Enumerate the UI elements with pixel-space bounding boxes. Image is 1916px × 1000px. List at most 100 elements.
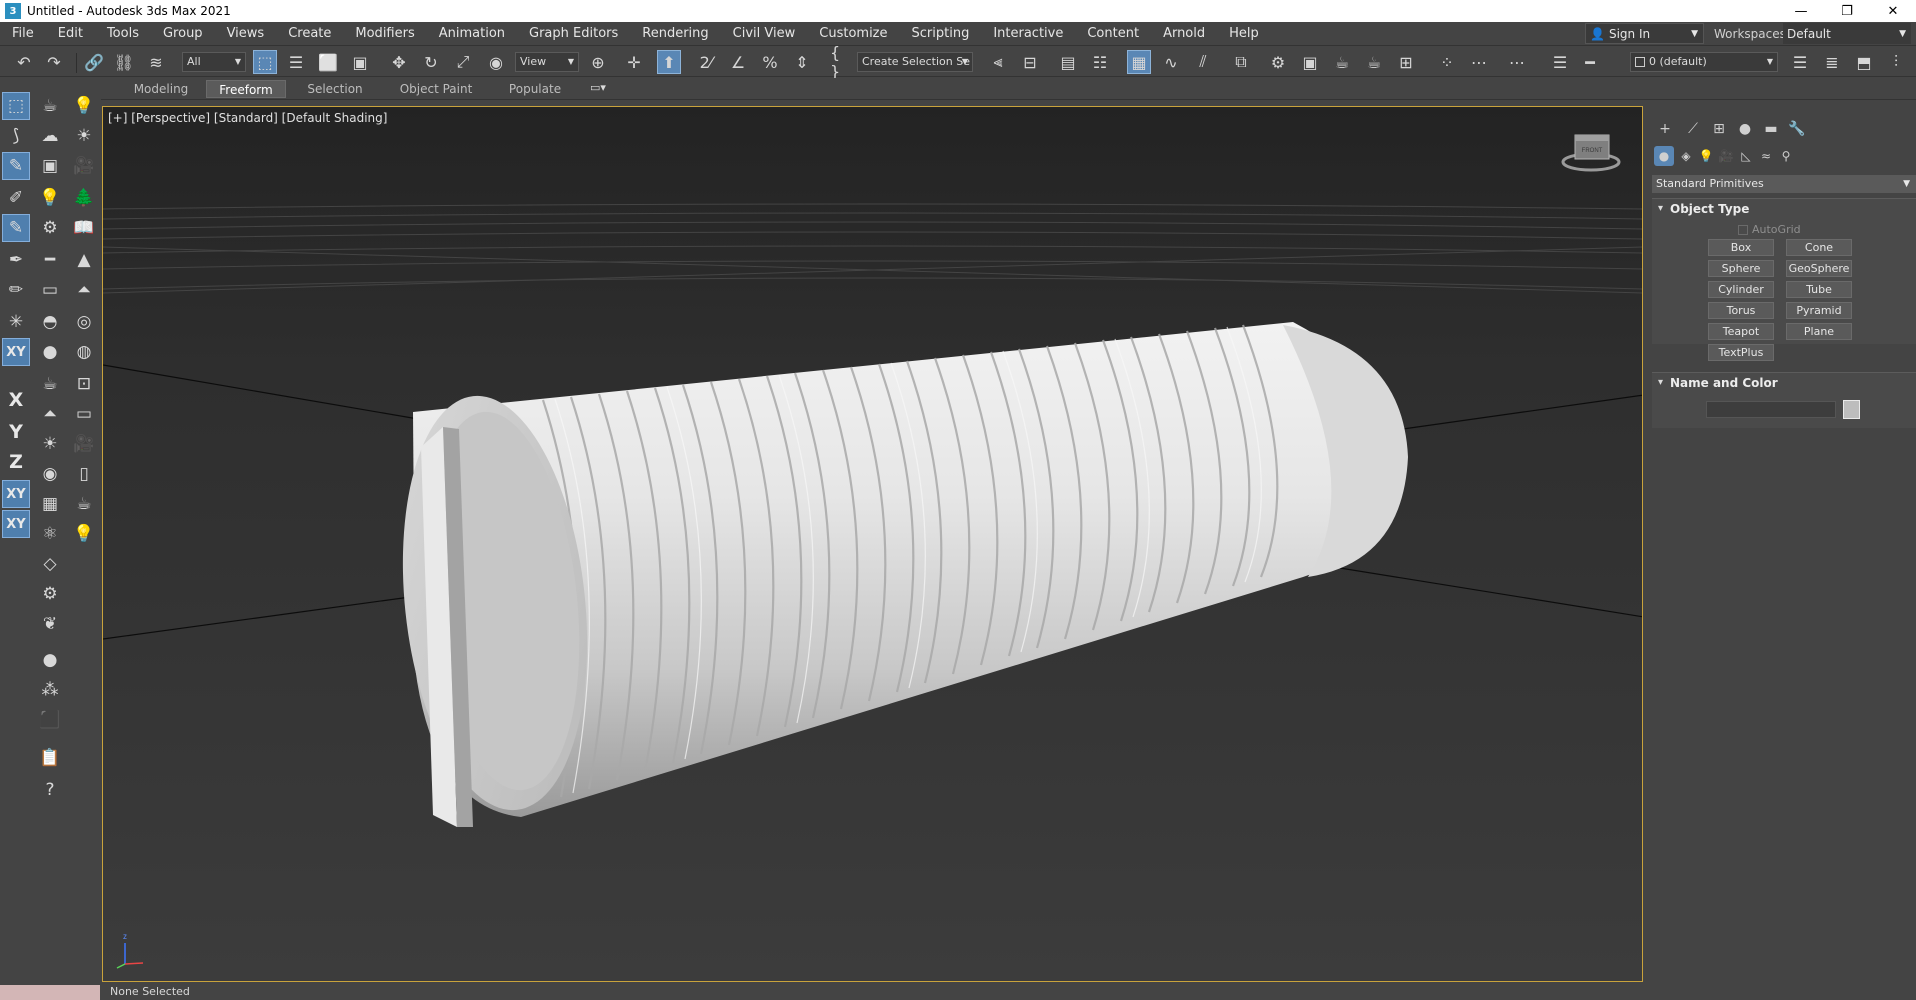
menu-views[interactable]: Views — [215, 22, 277, 46]
teapot-outline-icon[interactable]: ☕ — [70, 490, 98, 518]
tab-populate[interactable]: Populate — [494, 80, 576, 98]
cone-icon[interactable]: ⏶ — [70, 276, 98, 304]
curve-editor-icon[interactable]: ∿ — [1159, 50, 1183, 74]
tab-freeform[interactable]: Freeform — [206, 80, 286, 98]
edit-named-selection-icon[interactable]: { } — [830, 43, 854, 81]
geosphere-button[interactable]: GeoSphere — [1786, 260, 1852, 277]
book-icon[interactable]: 📖 — [70, 214, 98, 242]
bulb-icon[interactable]: 💡 — [36, 184, 64, 212]
cloud-icon[interactable]: ☁ — [36, 122, 64, 150]
cone-button[interactable]: Cone — [1786, 239, 1852, 256]
name-and-color-header[interactable]: Name and Color — [1652, 373, 1916, 393]
grid-dots-icon[interactable]: ⁘ — [1435, 50, 1459, 74]
snaps-toggle-icon[interactable]: 2⁄ — [694, 50, 718, 74]
clipboard-icon[interactable]: 📋 — [36, 744, 64, 772]
select-object-icon[interactable]: ⬚ — [253, 50, 277, 74]
cylinder-cap-icon[interactable]: ◉ — [36, 460, 64, 488]
redo-icon[interactable]: ↷ — [42, 50, 66, 74]
transform-gizmo-icon[interactable]: ✳ — [2, 308, 30, 336]
ribbon-options-icon[interactable]: ▭▾ — [590, 81, 616, 97]
camera-icon[interactable]: 🎥 — [70, 152, 98, 180]
sphere-button[interactable]: Sphere — [1708, 260, 1774, 277]
object-color-swatch[interactable] — [1843, 400, 1860, 419]
select-manipulate-icon[interactable]: ✛ — [622, 50, 646, 74]
perspective-viewport[interactable]: [+] [Perspective] [Standard] [Default Sh… — [102, 106, 1643, 982]
helpers-category-icon[interactable]: ◺ — [1736, 146, 1756, 166]
brush-icon[interactable]: ✐ — [2, 184, 30, 212]
menu-edit[interactable]: Edit — [46, 22, 95, 46]
box-button[interactable]: Box — [1708, 239, 1774, 256]
select-layer-icon[interactable]: ⬒ — [1852, 50, 1876, 74]
placement-icon[interactable]: ◉ — [484, 50, 508, 74]
select-by-name-icon[interactable]: ☰ — [284, 50, 308, 74]
rectangular-selection-icon[interactable]: ⬜ — [316, 50, 340, 74]
sun-light-icon[interactable]: ☀ — [36, 430, 64, 458]
tabs-icon[interactable]: ⋯ — [1505, 50, 1529, 74]
layers-menu-icon[interactable]: ⫶ — [1884, 50, 1908, 74]
menu-civil-view[interactable]: Civil View — [721, 22, 808, 46]
pyramid-button[interactable]: Pyramid — [1786, 302, 1852, 319]
light-icon[interactable]: 💡 — [70, 92, 98, 120]
checker-pattern-icon[interactable]: ▦ — [36, 490, 64, 518]
menu-file[interactable]: File — [0, 22, 46, 46]
plant-icon[interactable]: ❦ — [36, 610, 64, 638]
schematic-view-icon[interactable]: ⫽ — [1191, 50, 1215, 74]
prism-icon[interactable]: ◇ — [36, 550, 64, 578]
teapot-button[interactable]: Teapot — [1708, 323, 1774, 340]
scale-icon[interactable]: ⤢ — [451, 50, 475, 74]
unlink-icon[interactable]: ⛓ — [112, 50, 136, 74]
viewport-frame-icon[interactable]: ▭ — [70, 400, 98, 428]
tab-modeling[interactable]: Modeling — [116, 80, 206, 98]
light-bulb-outline-icon[interactable]: 💡 — [70, 520, 98, 548]
help-icon[interactable]: ? — [36, 776, 64, 804]
tube-button[interactable]: Tube — [1786, 281, 1852, 298]
angle-snap-icon[interactable]: ∠ — [726, 50, 750, 74]
select-object-tool-icon[interactable]: ⬚ — [2, 92, 30, 120]
display-tab-icon[interactable]: ▬ — [1760, 118, 1782, 140]
viewport-label[interactable]: [+] [Perspective] [Standard] [Default Sh… — [108, 111, 387, 125]
create-tab-plus-icon[interactable]: + — [1654, 118, 1676, 140]
sign-in-dropdown[interactable]: 👤 Sign In ▼ — [1585, 23, 1704, 44]
pen-icon[interactable]: ✒ — [2, 246, 30, 274]
xy-constraint-icon[interactable]: XY — [2, 338, 30, 366]
toggle-layer-explorer-icon[interactable]: ☷ — [1088, 50, 1112, 74]
undo-icon[interactable]: ↶ — [12, 50, 36, 74]
menu-tools[interactable]: Tools — [95, 22, 151, 46]
menu-group[interactable]: Group — [151, 22, 215, 46]
minimize-button[interactable]: — — [1778, 0, 1824, 22]
toggle-scene-explorer-icon[interactable]: ▤ — [1056, 50, 1080, 74]
lights-category-icon[interactable]: 💡 — [1696, 146, 1716, 166]
paint-selection-icon[interactable]: ✎ — [2, 152, 30, 180]
menu-help[interactable]: Help — [1217, 22, 1271, 46]
named-selection-dropdown[interactable]: Create Selection Se ▼ — [857, 52, 973, 72]
rotate-icon[interactable]: ↻ — [419, 50, 443, 74]
shaded-box-icon[interactable]: ⬛ — [36, 706, 64, 734]
selection-filter-dropdown[interactable]: All ▼ — [182, 52, 246, 72]
layer-visibility-icon[interactable]: ━ — [1578, 50, 1602, 74]
close-button[interactable]: ✕ — [1870, 0, 1916, 22]
space-warps-category-icon[interactable]: ≈ — [1756, 146, 1776, 166]
textplus-button[interactable]: TextPlus — [1708, 344, 1774, 361]
workspace-dropdown[interactable]: Default ▼ — [1783, 23, 1911, 44]
torus-button[interactable]: Torus — [1708, 302, 1774, 319]
gear-blue-icon[interactable]: ⚙ — [36, 580, 64, 608]
molecule-icon[interactable]: ⚛ — [36, 520, 64, 548]
z-axis-constraint-icon[interactable]: Z — [2, 448, 30, 476]
pencil-icon[interactable]: ✏ — [2, 276, 30, 304]
menu-content[interactable]: Content — [1075, 22, 1151, 46]
x-axis-constraint-icon[interactable]: X — [2, 386, 30, 414]
utilities-tab-icon[interactable]: 🔧 — [1786, 118, 1808, 140]
primitive-category-dropdown[interactable]: Standard Primitives ▼ — [1652, 175, 1916, 193]
paint-brush-icon[interactable]: ✎ — [2, 214, 30, 242]
hierarchy-tab-icon[interactable]: ⊞ — [1708, 118, 1730, 140]
book-frame-icon[interactable]: ▯ — [70, 460, 98, 488]
menu-modifiers[interactable]: Modifiers — [343, 22, 426, 46]
y-axis-constraint-icon[interactable]: Y — [2, 418, 30, 446]
percent-snap-icon[interactable]: % — [758, 50, 782, 74]
shapes-category-icon[interactable]: ◈ — [1676, 146, 1696, 166]
xy-plane-constraint-icon[interactable]: XY — [2, 480, 30, 508]
move-icon[interactable]: ✥ — [387, 50, 411, 74]
teapot-icon[interactable]: ☕ — [36, 92, 64, 120]
modify-tab-icon[interactable]: ⟋ — [1682, 118, 1704, 140]
render-in-cloud-icon[interactable]: ⊞ — [1394, 50, 1418, 74]
